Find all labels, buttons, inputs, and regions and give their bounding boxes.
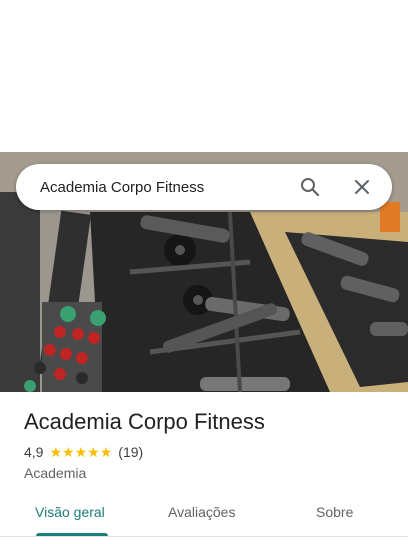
tab-overview[interactable]: Visão geral bbox=[35, 504, 105, 520]
map-top-area bbox=[0, 0, 408, 152]
close-icon[interactable] bbox=[350, 175, 374, 199]
star-icon: ★ bbox=[74, 444, 88, 460]
rating-row[interactable]: 4,9 ★ ★ ★ ★ ★ (19) bbox=[24, 444, 143, 460]
search-input[interactable]: Academia Corpo Fitness bbox=[40, 179, 298, 196]
search-bar[interactable]: Academia Corpo Fitness bbox=[16, 164, 392, 210]
star-icon: ★ bbox=[99, 444, 113, 460]
tab-bar: Visão geral Avaliações Sobre bbox=[0, 492, 408, 536]
star-icon: ★ bbox=[62, 444, 75, 460]
place-category: Academia bbox=[24, 465, 87, 481]
tab-about[interactable]: Sobre bbox=[316, 504, 353, 520]
review-count[interactable]: (19) bbox=[118, 444, 143, 460]
star-icon: ★ bbox=[87, 444, 100, 460]
place-title: Academia Corpo Fitness bbox=[24, 409, 265, 434]
search-icon[interactable] bbox=[298, 175, 322, 199]
star-icon: ★ bbox=[49, 444, 63, 460]
tab-reviews[interactable]: Avaliações bbox=[168, 504, 235, 520]
tabs-divider bbox=[0, 536, 408, 537]
rating-value: 4,9 bbox=[24, 444, 44, 460]
star-rating: ★ ★ ★ ★ ★ bbox=[49, 445, 112, 459]
